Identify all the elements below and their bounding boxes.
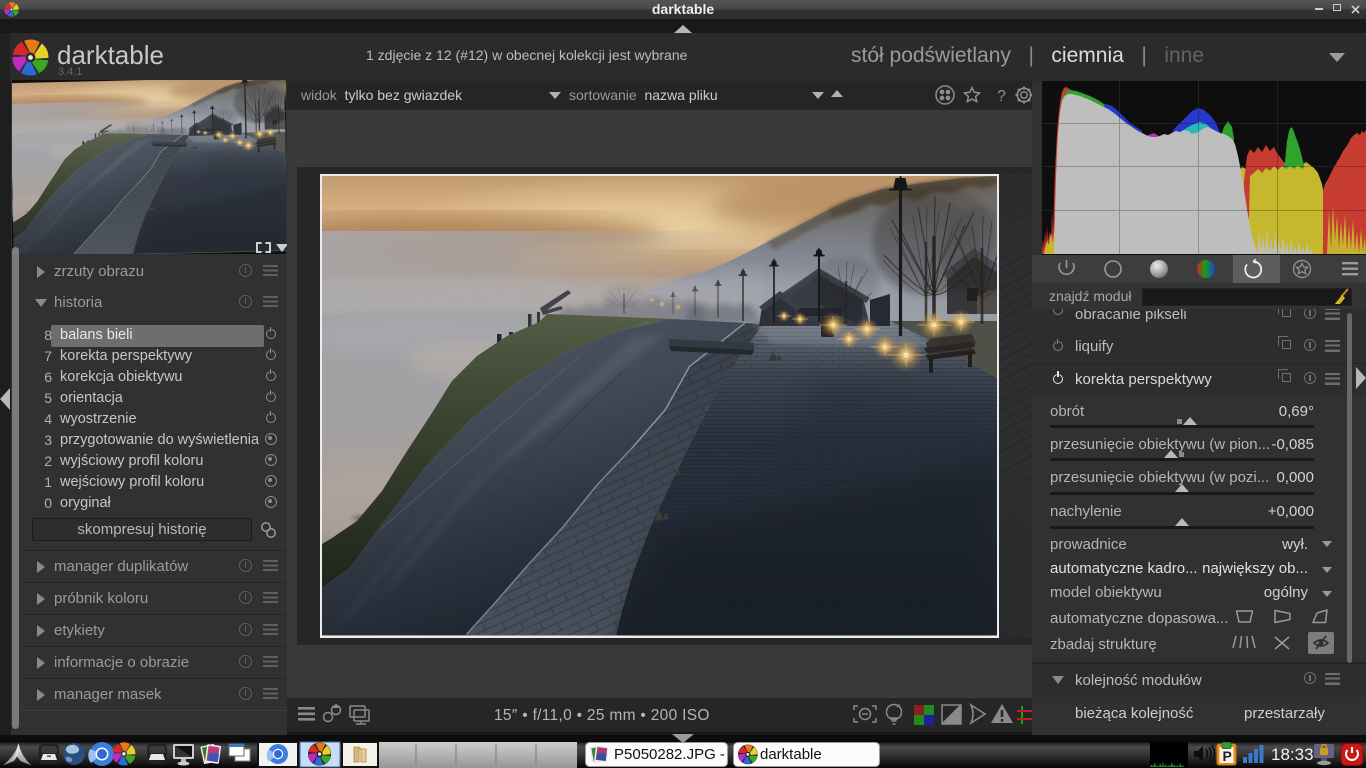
- svg-text:18:33: 18:33: [1271, 745, 1314, 764]
- svg-text:darktable: darktable: [760, 746, 822, 763]
- svg-text:P5050282.JPG - ...: P5050282.JPG - ...: [614, 746, 742, 763]
- svg-text:?: ?: [997, 88, 1006, 105]
- svg-text:P: P: [1223, 748, 1232, 764]
